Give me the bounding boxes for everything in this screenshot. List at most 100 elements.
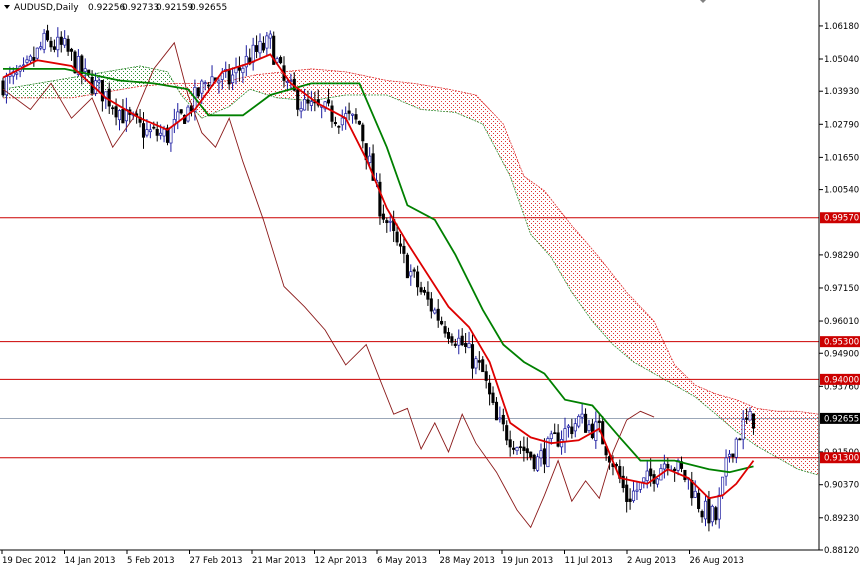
- ohlc-open: 0.92256: [88, 3, 125, 13]
- bull-candle: [42, 32, 46, 50]
- x-tick-label: 26 Aug 2013: [690, 556, 744, 566]
- bull-candle: [467, 343, 471, 349]
- cloud-segment: [122, 68, 127, 90]
- cloud-segment: [647, 314, 651, 372]
- y-tick-label: 0.94900: [824, 349, 859, 359]
- bull-candle: [299, 108, 303, 112]
- bear-candle: [381, 213, 385, 220]
- bull-candle: [573, 423, 577, 432]
- cloud-segment: [763, 409, 768, 452]
- cloud-segment: [729, 397, 733, 429]
- bear-candle: [518, 446, 522, 449]
- x-tick-label: 21 Mar 2013: [252, 556, 306, 566]
- cloud-segment: [493, 113, 497, 151]
- y-tick-label: 0.97150: [824, 284, 859, 294]
- cloud-segment: [13, 86, 17, 98]
- bear-candle: [279, 57, 283, 64]
- bear-candle: [477, 360, 481, 363]
- cloud-segment: [578, 233, 583, 307]
- bear-candle: [80, 55, 84, 75]
- cloud-segment: [479, 98, 483, 124]
- bull-candle: [409, 271, 413, 277]
- bear-candle: [426, 291, 430, 300]
- cloud-segment: [33, 83, 38, 98]
- cloud-segment: [475, 95, 480, 123]
- cloud-segment: [54, 79, 58, 98]
- cloud-segment: [623, 288, 627, 357]
- level-badge-label: 0.91300: [824, 454, 859, 464]
- bull-candle: [200, 80, 204, 94]
- cloud-segment: [633, 299, 637, 364]
- bull-candle: [258, 40, 262, 54]
- cloud-segment: [51, 80, 55, 98]
- cloud-segment: [791, 411, 795, 468]
- cloud-segment: [157, 69, 161, 85]
- bull-candle: [474, 358, 478, 369]
- bear-candle: [402, 245, 406, 254]
- bull-candle: [727, 453, 732, 457]
- cloud-segment: [804, 412, 809, 473]
- bear-candle: [45, 30, 50, 41]
- cloud-segment: [602, 261, 607, 337]
- cloud-segment: [27, 84, 31, 98]
- bear-candle: [628, 498, 632, 502]
- bear-candle: [649, 468, 653, 477]
- cloud-segment: [249, 75, 254, 91]
- bear-candle: [237, 67, 241, 71]
- bull-candle: [748, 411, 752, 421]
- bear-candle: [354, 114, 358, 120]
- bear-candle: [422, 289, 427, 293]
- cloud-segment: [421, 84, 425, 110]
- cloud-segment: [119, 68, 123, 90]
- bear-candle: [488, 382, 492, 395]
- cloud-segment: [582, 237, 586, 312]
- cloud-segment: [544, 190, 548, 254]
- bear-candle: [484, 371, 488, 381]
- bull-candle: [693, 490, 697, 498]
- bear-candle: [385, 220, 389, 224]
- cloud-segment: [407, 82, 411, 106]
- bear-candle: [111, 107, 115, 110]
- bear-candle: [333, 122, 337, 125]
- price-chart[interactable]: AUDUSD,Daily 0.92256 0.92733 0.92159 0.9…: [0, 0, 861, 567]
- cloud-segment: [585, 241, 589, 317]
- cloud-segment: [568, 221, 572, 293]
- symbol-label: AUDUSD,Daily: [14, 3, 79, 13]
- cloud-segment: [619, 283, 624, 354]
- cloud-segment: [592, 249, 596, 326]
- cloud-segment: [732, 398, 737, 432]
- bull-candle: [717, 494, 721, 520]
- x-tick-label: 27 Feb 2013: [190, 556, 243, 566]
- cloud-segment: [708, 391, 713, 412]
- cloud-segment: [75, 76, 79, 98]
- cloud-segment: [571, 225, 576, 298]
- cloud-segment: [589, 245, 593, 322]
- y-tick-label: 1.06180: [824, 22, 859, 32]
- cloud-segment: [462, 92, 466, 117]
- cloud-segment: [595, 253, 600, 330]
- bear-candle: [141, 123, 146, 138]
- cloud-segment: [455, 90, 459, 114]
- bear-candle: [412, 269, 416, 272]
- cloud-segment: [253, 74, 257, 92]
- bear-candle: [306, 99, 310, 104]
- bear-candle: [152, 126, 156, 129]
- bear-candle: [470, 344, 475, 369]
- chart-window: AUDUSD,Daily 0.92256 0.92733 0.92159 0.9…: [0, 0, 861, 567]
- cloud-segment: [530, 181, 535, 239]
- x-tick-label: 6 May 2013: [377, 556, 427, 566]
- bear-candle: [49, 40, 53, 48]
- cloud-segment: [541, 188, 545, 250]
- bear-candle: [525, 448, 529, 454]
- bear-candle: [59, 36, 63, 45]
- bull-candle: [63, 38, 67, 46]
- cloud-segment: [537, 185, 541, 246]
- x-tick-label: 19 Dec 2012: [2, 556, 56, 566]
- y-tick-label: 0.88120: [824, 546, 859, 556]
- y-tick-label: 1.02790: [824, 120, 859, 130]
- cloud-segment: [20, 85, 24, 98]
- bear-candle: [207, 84, 211, 87]
- bull-candle: [169, 127, 173, 144]
- cloud-segment: [472, 94, 476, 122]
- cloud-segment: [438, 87, 442, 112]
